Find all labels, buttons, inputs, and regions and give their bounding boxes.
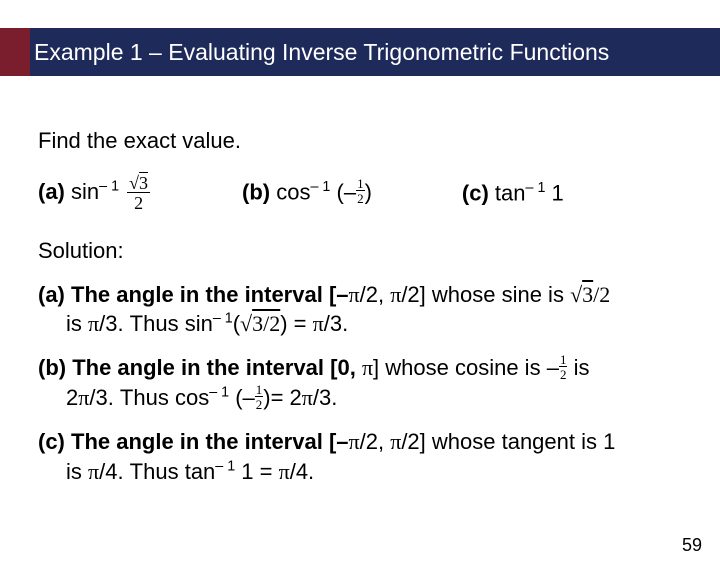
- pi-icon: π: [279, 459, 290, 484]
- part-a-label: (a): [38, 179, 65, 204]
- pi-icon: π: [349, 429, 360, 454]
- header-accent-blue: Example 1 – Evaluating Inverse Trigonome…: [30, 28, 720, 76]
- part-c-arg: 1: [552, 180, 564, 205]
- solution-heading: Solution:: [38, 236, 690, 266]
- solution-block: Solution: (a) The angle in the interval …: [38, 236, 690, 487]
- neg-half-icon: 12: [559, 353, 568, 381]
- part-a: (a) sin– 1 √3 2: [38, 174, 152, 212]
- header-title: Example 1 – Evaluating Inverse Trigonome…: [34, 39, 609, 66]
- pi-icon: π: [88, 459, 99, 484]
- header-accent-red: [0, 28, 30, 76]
- parts-row: (a) sin– 1 √3 2 (b) cos– 1 (–12) (c) tan…: [38, 174, 690, 212]
- part-c: (c) tan– 1 1: [462, 180, 564, 206]
- part-b-exp: – 1: [311, 179, 331, 195]
- part-a-arg-den: 2: [127, 193, 150, 212]
- pi-icon: π: [78, 385, 89, 410]
- solution-b: (b) The angle in the interval [0, π] who…: [38, 353, 690, 413]
- pi-icon: π: [313, 311, 324, 336]
- pi-icon: π: [88, 311, 99, 336]
- sol-a-line2: is π/3. Thus sin– 1(√3/2) = π/3.: [38, 311, 348, 336]
- part-a-arg-num: √3: [127, 174, 150, 193]
- part-c-func: tan: [495, 180, 526, 205]
- part-b-label: (b): [242, 179, 270, 204]
- pi-icon: π: [362, 355, 373, 380]
- pi-icon: π: [302, 385, 313, 410]
- sol-c-text1: (c) The angle in the interval [–: [38, 429, 349, 454]
- sol-b-line2: 2π/3. Thus cos– 1 (–12)= 2π/3.: [38, 385, 337, 410]
- part-b-sign: –: [344, 179, 356, 204]
- sol-c-line2: is π/4. Thus tan– 1 1 = π/4.: [38, 459, 314, 484]
- sqrt3over2-icon: √3/2: [570, 282, 610, 307]
- part-a-func: sin: [71, 179, 99, 204]
- solution-c: (c) The angle in the interval [–π/2, π/2…: [38, 427, 690, 486]
- solution-a: (a) The angle in the interval [–π/2, π/2…: [38, 280, 690, 339]
- pi-icon: π: [390, 282, 401, 307]
- part-a-exp: – 1: [99, 178, 119, 194]
- part-c-exp: – 1: [526, 180, 546, 196]
- part-b-arg: 12: [356, 177, 365, 205]
- sqrt3over2-icon: √3/2: [240, 311, 280, 336]
- part-b: (b) cos– 1 (–12): [242, 179, 372, 208]
- slide-content: Find the exact value. (a) sin– 1 √3 2 (b…: [38, 128, 690, 501]
- sol-b-text1: (b) The angle in the interval [0,: [38, 355, 362, 380]
- sol-a-text1: (a) The angle in the interval [–: [38, 282, 349, 307]
- problem-prompt: Find the exact value.: [38, 128, 690, 154]
- part-c-label: (c): [462, 180, 489, 205]
- page-number: 59: [682, 535, 702, 556]
- neg-half-icon: 12: [255, 383, 264, 411]
- part-a-arg: √3 2: [127, 174, 150, 212]
- pi-icon: π: [349, 282, 360, 307]
- pi-icon: π: [390, 429, 401, 454]
- part-b-func: cos: [276, 179, 310, 204]
